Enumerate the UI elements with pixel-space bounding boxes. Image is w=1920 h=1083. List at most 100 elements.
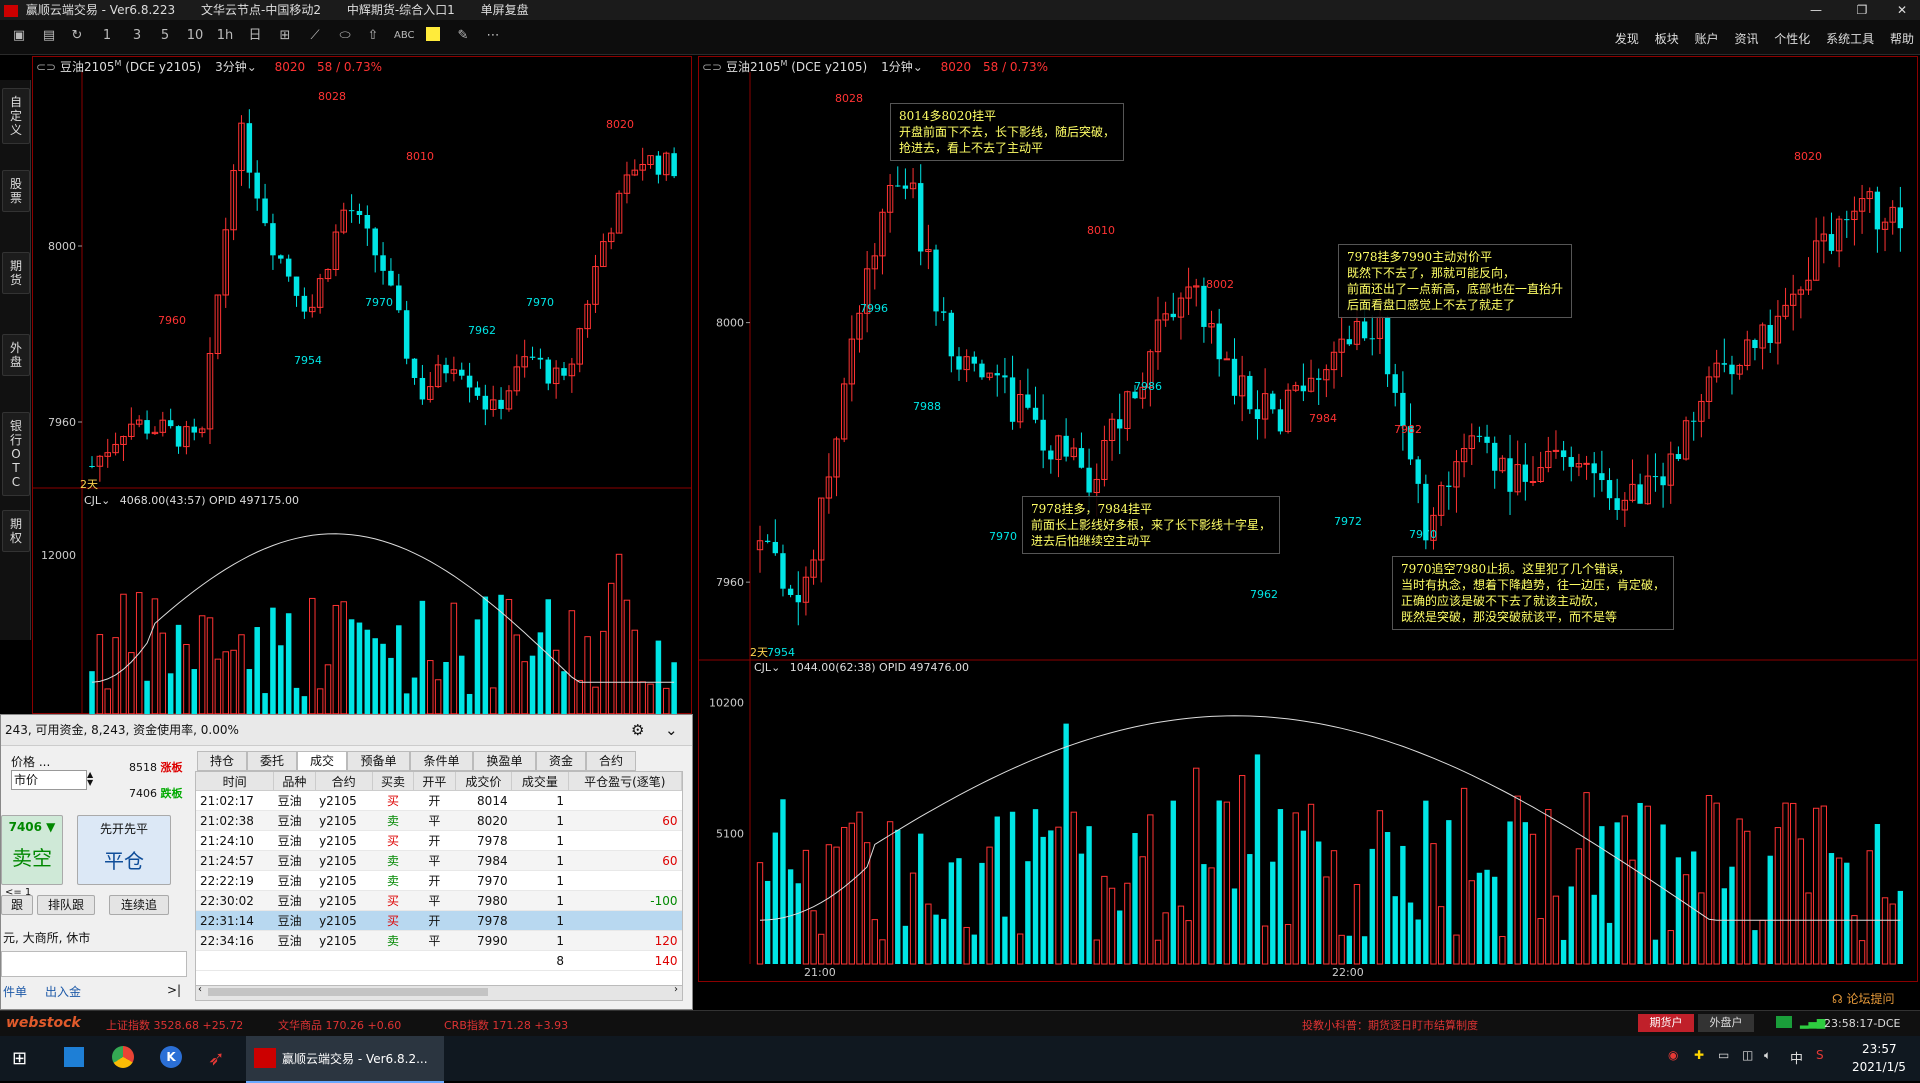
sidenav-stocks[interactable]: 股票 [2,170,30,212]
expand-icon[interactable]: >| [167,983,181,997]
sidenav-custom[interactable]: 自定义 [2,88,30,144]
tray-volume-icon[interactable]: 🔈︎ [1764,1048,1771,1063]
eraser-tool-icon[interactable]: ✎ [454,27,472,45]
refresh-icon[interactable]: ↻ [68,27,86,45]
scrollbar-thumb[interactable] [208,988,488,996]
period-1-icon[interactable]: 1 [98,27,116,45]
scroll-right-icon[interactable]: › [674,984,678,995]
column-header[interactable]: 买卖 [372,772,415,791]
tray-ime-icon[interactable]: S [1816,1048,1824,1062]
annotation-trade-3[interactable]: 7970追空7980止损。这里犯了几个错误， 当时有执念，想着下降趋势，往一边压… [1392,556,1675,630]
column-header[interactable]: 合约 [315,772,373,791]
conditional-order-link[interactable]: 件单 [3,983,27,1000]
trade-tab[interactable]: 预备单 [347,751,410,771]
right-indicator-label[interactable]: CJL [754,661,771,674]
table-row[interactable]: 22:30:02 豆油 y2105 买平 7980 1 -100 [196,890,682,911]
file-explorer-icon[interactable] [64,1047,84,1067]
trade-tab[interactable]: 合约 [586,751,636,771]
ime-indicator[interactable]: 中 [1790,1048,1803,1067]
column-header[interactable]: 开平 [413,772,456,791]
gear-icon[interactable]: ⚙ [631,715,644,745]
annotation-trade-2[interactable]: 7978挂多，7984挂平 前面长上影线好多根，来了长下影线十字星， 进去后怕继… [1022,496,1281,554]
period-1h-icon[interactable]: 1h [216,27,234,45]
menu-system-tools[interactable]: 系统工具 [1826,32,1874,46]
color-tool-icon[interactable] [424,27,442,45]
sell-short-button[interactable]: 7406 ▼ 卖空 [1,815,63,885]
column-header[interactable]: 成交量 [511,772,569,791]
text-tool-icon[interactable]: ABC [394,27,415,45]
menu-personalize[interactable]: 个性化 [1774,32,1810,46]
k-app-icon[interactable]: K [160,1046,182,1068]
follow-button[interactable]: 跟 [1,895,33,915]
queue-follow-button[interactable]: 排队跟 [37,895,95,915]
layout-icon[interactable]: ▣ [10,27,28,45]
tray-security-icon[interactable]: ✚ [1694,1048,1704,1062]
windows-start-icon[interactable]: ⊞ [12,1048,27,1069]
sidenav-futures[interactable]: 期货 [2,252,30,294]
right-chart-svg[interactable]: 7960 8000 5100 10200 8028 7996 7988 7970 8010 798… [698,72,1918,982]
trade-app-icon[interactable]: ➶ [208,1046,225,1070]
taskbar-active-app[interactable]: 赢顺云端交易 - Ver6.8.2... [246,1036,444,1083]
period-10-icon[interactable]: 10 [186,27,204,45]
ellipse-tool-icon[interactable]: ⬭ [336,27,354,45]
futures-account-button[interactable]: 期货户 [1638,1014,1694,1032]
annotation-trade-4[interactable]: 7978挂多7990主动对价平 既然下不去了，那就可能反向， 前面还出了一点新高… [1338,244,1573,318]
tray-battery-icon[interactable]: ▭ [1718,1048,1729,1062]
table-row[interactable]: 21:02:17 豆油 y2105 买开 8014 1 [196,790,682,811]
left-chart-svg[interactable]: 7960 8000 12000 8028 8010 8020 7960 7954 7970 796… [32,72,692,714]
forum-link[interactable]: ☊ 论坛提问 [1832,990,1895,1007]
edu-tip[interactable]: 投教小科普：期货逐日盯市结算制度 [1302,1017,1478,1033]
menu-help[interactable]: 帮助 [1890,32,1914,46]
column-header[interactable]: 平仓盈亏(逐笔) [568,772,682,791]
trade-tab[interactable]: 条件单 [410,751,473,771]
close-position-button[interactable]: 先开先平 平仓 [77,815,171,885]
column-header[interactable]: 品种 [273,772,316,791]
tray-network-icon[interactable]: ◫ [1742,1048,1753,1062]
foreign-account-button[interactable]: 外盘户 [1698,1014,1754,1032]
chrome-icon[interactable] [112,1046,134,1068]
trade-tab[interactable]: 换盈单 [473,751,536,771]
menu-account[interactable]: 账户 [1695,32,1719,46]
minimize-icon[interactable]: — [1800,0,1832,20]
sidenav-foreign[interactable]: 外盘 [2,334,30,376]
column-header[interactable]: 成交价 [455,772,513,791]
table-row[interactable]: 22:22:19 豆油 y2105 卖开 7970 1 [196,870,682,891]
save-icon[interactable]: ▤ [40,27,58,45]
table-row[interactable]: 21:24:57 豆油 y2105 卖平 7984 1 60 [196,850,682,871]
index-sh[interactable]: 上证指数 3528.68 +25.72 [106,1017,243,1033]
restore-icon[interactable]: ❐ [1846,0,1878,20]
index-crb[interactable]: CRB指数 171.28 +3.93 [444,1017,568,1033]
tray-app-icon[interactable]: ◉ [1668,1048,1678,1062]
price-input[interactable]: 市价 [11,770,87,790]
sidenav-options[interactable]: 期权 [2,510,30,552]
trade-tab[interactable]: 资金 [536,751,586,771]
collapse-icon[interactable]: ⌄ [665,715,678,745]
period-3-icon[interactable]: 3 [128,27,146,45]
close-icon[interactable]: ✕ [1886,0,1918,20]
table-row[interactable]: 21:02:38 豆油 y2105 卖平 8020 1 60 [196,810,682,831]
sidenav-bank-otc[interactable]: 银行OTC [2,412,30,496]
scroll-left-icon[interactable]: ‹ [198,984,202,995]
transfer-funds-link[interactable]: 出入金 [45,983,81,1000]
menu-sector[interactable]: 板块 [1655,32,1679,46]
menu-discover[interactable]: 发现 [1615,32,1639,46]
trade-tab[interactable]: 成交 [297,751,347,771]
table-row[interactable]: 22:31:14 豆油 y2105 买开 7978 1 [196,910,682,931]
period-day-icon[interactable]: 日 [246,27,264,45]
continuous-chase-button[interactable]: 连续追 [109,895,169,915]
line-tool-icon[interactable]: ⟋ [306,27,324,45]
index-wenhua[interactable]: 文华商品 170.26 +0.60 [278,1017,401,1033]
price-spinner[interactable]: ▲ ▼ [87,771,93,787]
trade-tab[interactable]: 委托 [247,751,297,771]
grid-icon[interactable]: ⊞ [276,27,294,45]
left-indicator-label[interactable]: CJL [84,494,101,507]
trade-tab[interactable]: 持仓 [197,751,247,771]
more-icon[interactable]: ⋯ [484,27,502,45]
table-row[interactable]: 22:34:16 豆油 y2105 卖平 7990 1 120 [196,930,682,951]
table-row[interactable]: 21:24:10 豆油 y2105 买开 7978 1 [196,830,682,851]
horizontal-scrollbar[interactable]: ‹ › [195,984,683,1001]
column-header[interactable]: 时间 [196,772,275,791]
annotation-trade-1[interactable]: 8014多8020挂平 开盘前面下不去，长下影线，随后突破， 抢进去，看上不去了… [890,103,1125,161]
menu-news[interactable]: 资讯 [1734,32,1758,46]
arrow-tool-icon[interactable]: ⇧ [364,27,382,45]
